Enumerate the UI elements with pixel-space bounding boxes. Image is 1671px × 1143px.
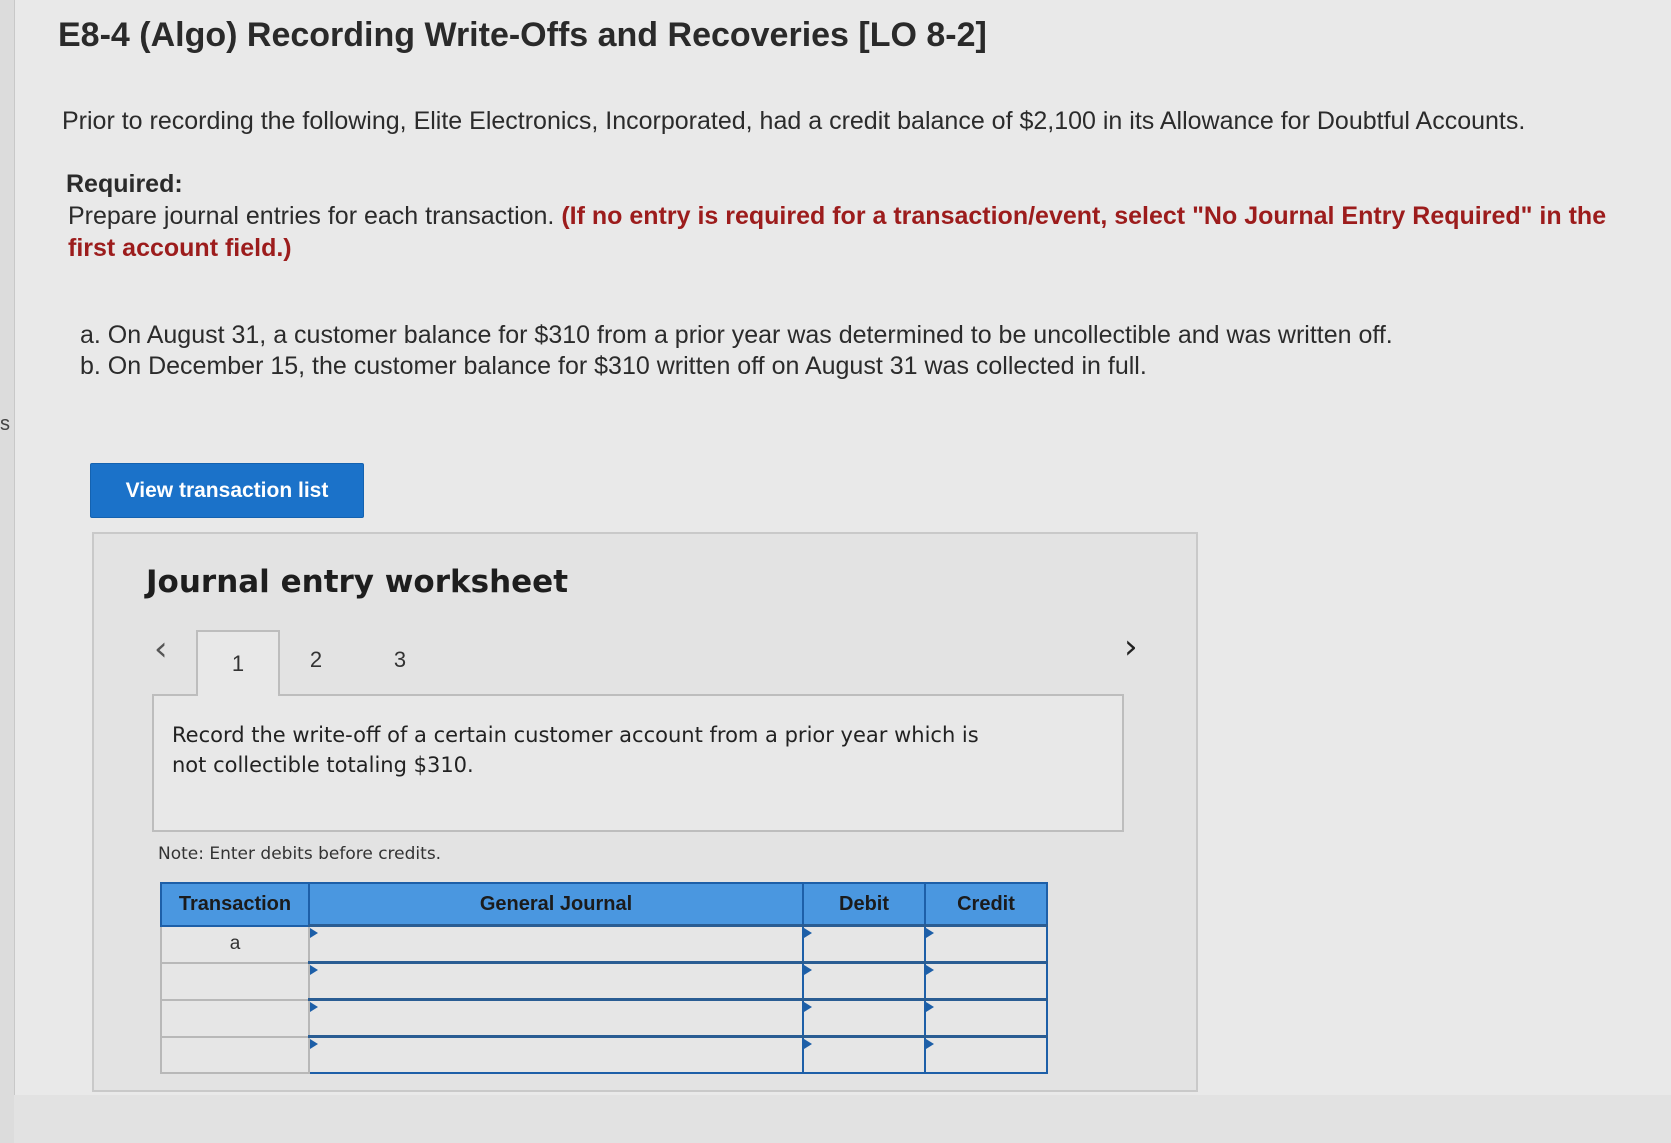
debit-credit-note: Note: Enter debits before credits.	[158, 844, 442, 864]
tab-1[interactable]: 1	[196, 630, 280, 696]
transaction-cell	[160, 998, 310, 1038]
account-input[interactable]	[308, 924, 804, 964]
transaction-list: a. On August 31, a customer balance for …	[80, 320, 1393, 382]
tab-3[interactable]: 3	[358, 630, 442, 690]
table-row	[160, 998, 1048, 1038]
credit-input[interactable]	[924, 1035, 1048, 1074]
tab-2[interactable]: 2	[274, 630, 358, 690]
table-row	[160, 1035, 1048, 1074]
table-row: a	[160, 924, 1048, 964]
required-instructions: Prepare journal entries for each transac…	[68, 200, 1628, 264]
credit-input[interactable]	[924, 961, 1048, 1001]
account-input[interactable]	[308, 998, 804, 1038]
chevron-right-icon[interactable]: ›	[1124, 630, 1138, 664]
transaction-item-a: a. On August 31, a customer balance for …	[80, 321, 1393, 349]
credit-input[interactable]	[924, 924, 1048, 964]
transaction-cell	[160, 961, 310, 1001]
left-panel-edge: s	[0, 0, 15, 1143]
header-general-journal: General Journal	[308, 882, 804, 927]
view-transaction-list-button[interactable]: View transaction list	[90, 463, 364, 518]
debit-input[interactable]	[802, 961, 926, 1001]
table-row	[160, 961, 1048, 1001]
debit-input[interactable]	[802, 1035, 926, 1074]
worksheet-title: Journal entry worksheet	[146, 564, 569, 600]
journal-entry-worksheet: Journal entry worksheet ‹ 1 2 3 › Record…	[92, 532, 1198, 1092]
header-transaction: Transaction	[160, 882, 310, 927]
required-text: Prepare journal entries for each transac…	[68, 202, 555, 230]
bottom-edge	[14, 1095, 1671, 1143]
tab-content-panel: Record the write-off of a certain custom…	[152, 694, 1124, 832]
worksheet-prompt: Record the write-off of a certain custom…	[172, 723, 979, 777]
header-debit: Debit	[802, 882, 926, 927]
intro-text: Prior to recording the following, Elite …	[62, 107, 1526, 135]
debit-input[interactable]	[802, 998, 926, 1038]
credit-input[interactable]	[924, 998, 1048, 1038]
transaction-cell: a	[160, 924, 310, 964]
journal-header-row: Transaction General Journal Debit Credit	[160, 882, 1048, 927]
journal-table: Transaction General Journal Debit Credit…	[160, 882, 1048, 1074]
page-title: E8-4 (Algo) Recording Write-Offs and Rec…	[58, 16, 987, 54]
chevron-left-icon[interactable]: ‹	[154, 632, 168, 666]
account-input[interactable]	[308, 961, 804, 1001]
transaction-cell	[160, 1035, 310, 1074]
transaction-item-b: b. On December 15, the customer balance …	[80, 352, 1147, 380]
account-input[interactable]	[308, 1035, 804, 1074]
debit-input[interactable]	[802, 924, 926, 964]
header-credit: Credit	[924, 882, 1048, 927]
left-edge-text: s	[0, 413, 10, 435]
required-heading: Required:	[66, 170, 183, 198]
